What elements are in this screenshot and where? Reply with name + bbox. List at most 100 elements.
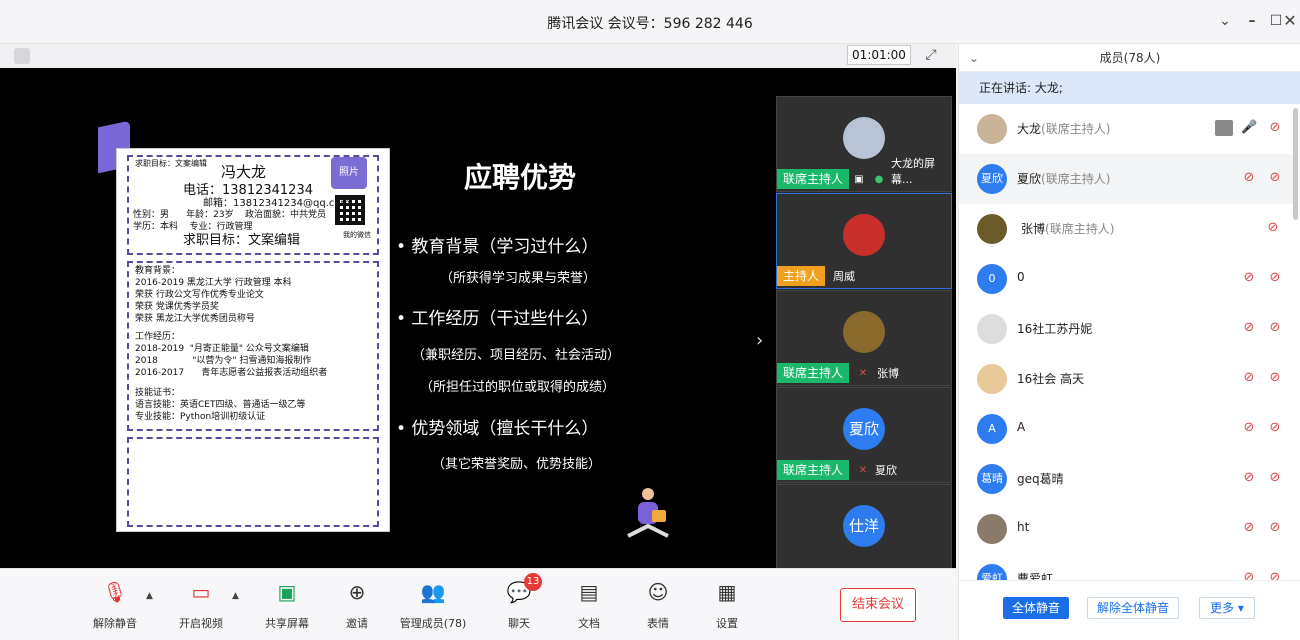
chevron-up-icon[interactable]: ▲ [146,591,153,601]
emoji-icon: ☺ [647,580,669,604]
member-row[interactable]: A A ⊘ ⊘ [959,404,1293,454]
slide-bullet: • 教育背景（学习过什么） [396,237,599,257]
member-avatar [977,114,1007,144]
mic-muted-icon[interactable]: ⊘ [1241,170,1257,186]
camera-off-icon[interactable]: ⊘ [1265,420,1285,436]
member-avatar [977,514,1007,544]
mic-muted-icon[interactable]: ⊘ [1241,470,1257,486]
minimize-icon[interactable]: – [1241,10,1263,32]
members-list: 大龙(联席主持人) 🎤 ⊘ 夏欣 夏欣(联席主持人) ⊘ ⊘ 张博(联席主持人)… [959,104,1300,580]
role-tag: 联席主持人 [777,363,850,383]
settings-button[interactable]: ▦ 设置 [692,579,762,633]
member-row[interactable]: 葛晴 geq葛晴 ⊘ ⊘ [959,454,1293,504]
resume-work: 工作经历： 2018-2019 "月寄正能量" 公众号文案编辑 2018 "以营… [135,332,328,378]
member-name: 16社工苏丹妮 [1017,322,1093,336]
camera-off-icon[interactable]: ⊘ [1265,270,1285,286]
participant-avatar [843,311,885,353]
member-avatar [977,364,1007,394]
mute-all-button[interactable]: 全体静音 [1003,597,1069,619]
camera-off-icon[interactable]: ⊘ [1265,120,1285,136]
chevron-down-icon[interactable]: ⌄ [969,44,979,72]
participant-name: 周威 [833,270,855,283]
video-tile[interactable]: 联席主持人 ▣ ● 大龙的屏幕... [776,96,952,192]
unmute-button[interactable]: 🎙 解除静音 [80,579,150,633]
camera-off-icon[interactable]: ⊘ [1265,570,1285,580]
mic-muted-icon[interactable]: ⊘ [1241,570,1257,580]
mic-muted-icon[interactable]: ⊘ [1265,220,1281,236]
participant-avatar [843,117,885,159]
start-video-button[interactable]: ▭ 开启视频 [166,579,236,633]
member-name: ht [1017,520,1030,534]
camera-off-icon[interactable]: ⊘ [1265,370,1285,386]
role-tag: 联席主持人 [777,460,850,480]
security-shield-icon[interactable] [14,48,30,64]
camera-off-icon[interactable]: ⊘ [1265,520,1285,536]
person-illustration-icon [627,488,669,538]
video-strip: 联席主持人 ▣ ● 大龙的屏幕... 主持人 周威 联席主持人 ✕ 张博 夏欣 … [776,96,952,568]
slide-sub: （所获得学习成果与荣誉） [440,271,597,286]
member-name: 16社会 高天 [1017,372,1085,386]
member-row[interactable]: 16社工苏丹妮 ⊘ ⊘ [959,304,1293,354]
members-scrollbar[interactable] [1293,108,1298,220]
manage-members-button[interactable]: 👥 管理成员(78) [398,579,468,633]
settings-icon: ▦ [717,580,737,604]
mic-on-icon: ● [874,174,884,185]
fullscreen-icon[interactable]: ⤢ [922,46,940,64]
members-footer: 全体静音 解除全体静音 更多 ▾ [959,580,1300,640]
chevron-up-icon[interactable]: ▲ [232,591,239,601]
resume-body-box: 教育背景： 2016-2019 黑龙江大学 行政管理 本科 荣获 行政公文写作优… [127,261,379,431]
mic-muted-icon: ✕ [858,465,868,476]
member-row[interactable]: 爱虹 曹爱虹 ⊘ ⊘ [959,554,1293,580]
more-button[interactable]: 更多 ▾ [1199,597,1255,619]
chat-button[interactable]: 💬 13 聊天 [484,573,554,633]
mic-muted-icon[interactable]: ⊘ [1241,370,1257,386]
slide-sub: （所担任过的职位或取得的成绩） [420,380,616,395]
meeting-timer: 01:01:00 [847,45,911,65]
emoji-button[interactable]: ☺ 表情 [623,579,693,633]
resume-goal-small: 求职目标：文案编辑 [135,159,207,168]
video-tile[interactable]: 主持人 周威 [776,193,952,289]
next-page-icon[interactable]: › [756,330,763,351]
mic-muted-icon: ✕ [858,368,868,379]
mic-on-icon[interactable]: 🎤 [1241,120,1257,136]
camera-off-icon[interactable]: ⊘ [1265,170,1285,186]
member-name: 曹爱虹 [1017,572,1054,580]
share-screen-button[interactable]: ▣ 共享屏幕 [252,579,322,633]
invite-button[interactable]: ⊕ 邀请 [322,579,392,633]
mic-muted-icon[interactable]: ⊘ [1241,320,1257,336]
member-row[interactable]: 0 0 ⊘ ⊘ [959,254,1293,304]
video-tile[interactable]: 联席主持人 ✕ 张博 [776,290,952,386]
mic-muted-icon[interactable]: ⊘ [1241,520,1257,536]
member-row[interactable]: ht ⊘ ⊘ [959,504,1293,554]
close-icon[interactable]: ✕ [1279,10,1300,32]
unmute-all-button[interactable]: 解除全体静音 [1087,597,1179,619]
role-tag: 联席主持人 [777,169,850,189]
camera-off-icon[interactable]: ⊘ [1265,470,1285,486]
mic-muted-icon[interactable]: ⊘ [1241,270,1257,286]
participant-avatar: 仕洋 [843,505,885,547]
video-tile[interactable]: 仕洋 [776,484,952,568]
member-row[interactable]: 16社会 高天 ⊘ ⊘ [959,354,1293,404]
members-icon: 👥 [420,580,446,604]
participant-name: 张博 [877,367,899,380]
member-row[interactable]: 夏欣 夏欣(联席主持人) ⊘ ⊘ [959,154,1293,204]
camera-off-icon[interactable]: ⊘ [1265,320,1285,336]
member-avatar: 爱虹 [977,564,1007,580]
resume-goal: 求职目标：文案编辑 [183,233,301,248]
member-avatar: 夏欣 [977,164,1007,194]
member-name: 大龙(联席主持人) [1017,122,1111,136]
resume-education: 教育背景： 2016-2019 黑龙江大学 行政管理 本科 荣获 行政公文写作优… [135,266,292,324]
mic-muted-icon[interactable]: ⊘ [1241,420,1257,436]
pin-icon[interactable]: ⌄ [1214,10,1236,32]
slide-bullet: • 优势领域（擅长干什么） [396,419,599,439]
participant-avatar: 夏欣 [843,408,885,450]
member-row[interactable]: 张博(联席主持人) ⊘ [959,204,1293,254]
document-button[interactable]: ▤ 文档 [554,579,624,633]
shared-screen-stage: 求职目标：文案编辑 冯大龙 电话：13812341234 邮箱：13812341… [0,68,956,568]
member-row[interactable]: 大龙(联席主持人) 🎤 ⊘ [959,104,1293,154]
invite-icon: ⊕ [348,580,366,604]
members-header: ⌄ 成员(78人) [959,44,1300,72]
video-tile[interactable]: 夏欣 联席主持人 ✕ 夏欣 [776,387,952,483]
resume-empty-box [127,437,379,527]
end-meeting-button[interactable]: 结束会议 [840,588,916,622]
